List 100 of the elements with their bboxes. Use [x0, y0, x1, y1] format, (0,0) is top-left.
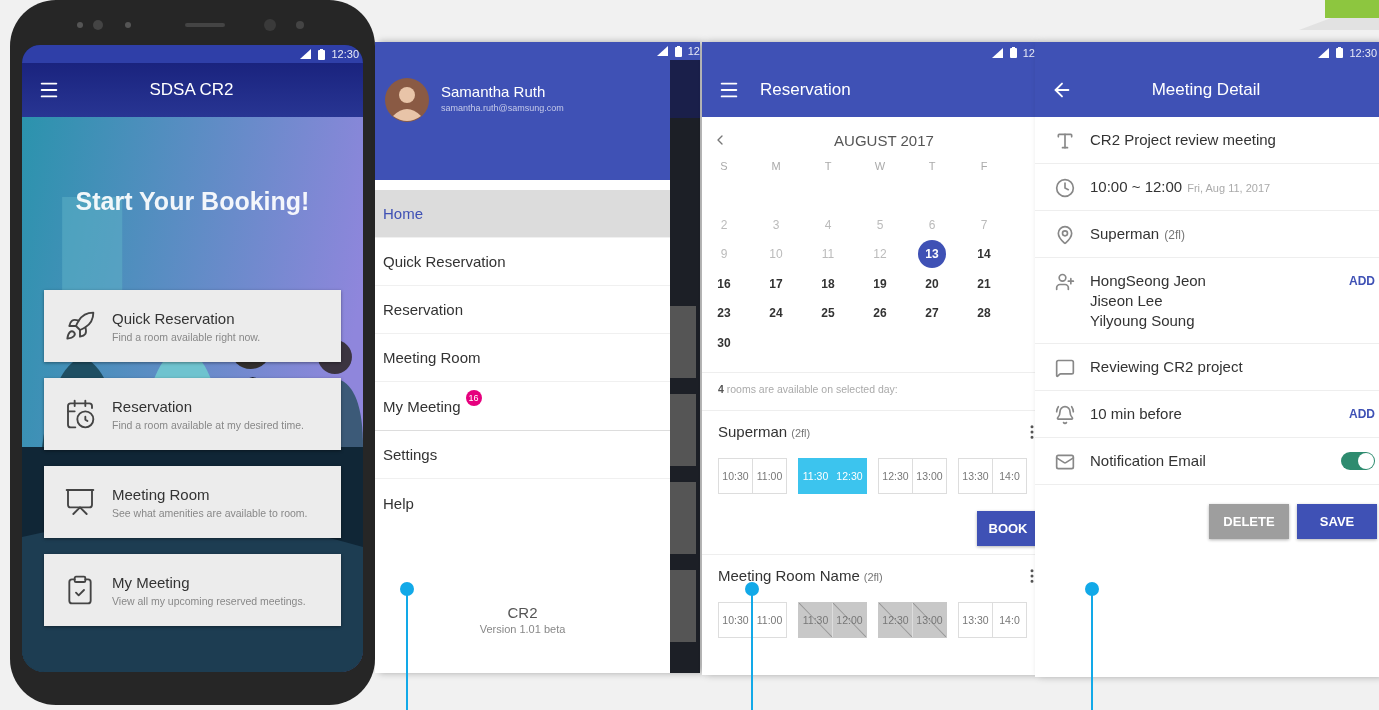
weekday-label: T [928, 159, 936, 172]
version-text: Version 1.01 beta [479, 623, 566, 635]
screen-title: Reservation [760, 80, 851, 100]
room-name: Superman [718, 422, 788, 440]
calendar-day: 4 [814, 210, 842, 239]
signal-icon [991, 47, 1004, 58]
calendar-day: 9 [710, 240, 738, 269]
calendar-day: 12 [866, 240, 894, 269]
menu-card[interactable]: Quick Reservation Find a room available right now. [44, 290, 341, 362]
text-icon [1055, 131, 1075, 151]
count-badge: 16 [465, 390, 482, 406]
signal-icon [1318, 47, 1331, 58]
calendar-day: 2 [710, 210, 738, 239]
calendar-day[interactable]: 21 [970, 269, 998, 298]
app-title: SDSA CR2 [148, 80, 235, 100]
card-title: Meeting Room [112, 485, 211, 503]
book-button[interactable]: BOOK [977, 510, 1035, 546]
calendar-day[interactable]: 23 [710, 299, 738, 328]
drawer-item[interactable]: Quick Reservation [375, 238, 670, 286]
calendar-day[interactable]: 24 [762, 299, 790, 328]
map-pin-icon [1055, 225, 1075, 245]
signal-icon [300, 49, 313, 59]
calendar-day[interactable]: 27 [918, 299, 946, 328]
drawer-item[interactable]: Reservation [375, 286, 670, 334]
time-slot[interactable]: 13:30 14:0 [958, 457, 1027, 494]
add-link[interactable]: ADD [1349, 271, 1375, 288]
card-subtitle: View all my upcoming reserved meetings. [112, 594, 306, 607]
drawer-item[interactable]: Settings [375, 431, 670, 479]
battery-icon [1336, 47, 1344, 58]
room-floor: (2fl) [863, 570, 883, 583]
calendar-day[interactable]: 30 [710, 328, 738, 357]
time-slot: 11:30 12:00 [798, 601, 867, 638]
calendar-day: 7 [970, 210, 998, 239]
menu-card[interactable]: Reservation Find a room available at my desired time. [44, 378, 341, 450]
app-name: CR2 [507, 604, 538, 621]
time-slot[interactable]: 12:30 13:00 [878, 457, 947, 494]
availability-text: 4 rooms are available on selected day: [702, 371, 1035, 410]
detail-text: 10:00 ~ 12:00 Fri, Aug 11, 2017 [1090, 177, 1272, 197]
mail-icon [1055, 452, 1075, 472]
card-subtitle: See what amenities are available to room. [112, 506, 308, 519]
status-time: 12:30 [331, 48, 359, 60]
battery-icon [1009, 47, 1017, 58]
calendar-day[interactable]: 20 [918, 269, 946, 298]
detail-text: Superman (2fl) [1090, 224, 1186, 244]
calendar-clock-icon [64, 398, 96, 430]
add-link[interactable]: ADD [1349, 404, 1375, 421]
save-button[interactable]: SAVE [1297, 504, 1377, 539]
calendar-day: 6 [918, 210, 946, 239]
calendar-day[interactable]: 14 [970, 240, 998, 269]
time-slot: 12:30 13:00 [878, 601, 947, 638]
menu-card[interactable]: Meeting Room See what amenities are available to room. [44, 466, 341, 538]
month-label: AUGUST 2017 [834, 131, 934, 149]
status-time: 12 [687, 45, 700, 57]
calendar-day: 11 [814, 240, 842, 269]
user-email: samantha.ruth@samsung.com [441, 103, 564, 113]
calendar-day[interactable]: 18 [814, 269, 842, 298]
add-person-icon [1055, 272, 1075, 292]
calendar-day[interactable]: 13 [918, 240, 946, 269]
card-title: Quick Reservation [112, 309, 236, 327]
room-name: Meeting Room Name [718, 566, 860, 584]
calendar-day[interactable]: 28 [970, 299, 998, 328]
time-slot[interactable]: 13:30 14:0 [958, 601, 1027, 638]
presentation-board-icon [64, 486, 96, 518]
attendee-name: Jiseon Lee [1090, 291, 1164, 311]
weekday-label: M [771, 159, 781, 172]
calendar-day[interactable]: 26 [866, 299, 894, 328]
hero-heading: Start Your Booking! [75, 187, 310, 216]
attendee-name: Yilyoung Soung [1090, 311, 1196, 331]
screen-title: Meeting Detail [1150, 80, 1262, 100]
rocket-icon [64, 310, 96, 342]
battery-icon [674, 45, 682, 57]
toggle-switch[interactable] [1341, 452, 1375, 470]
card-title: My Meeting [112, 573, 191, 591]
calendar-day[interactable]: 25 [814, 299, 842, 328]
weekday-label: S [720, 159, 728, 172]
status-time: 12 [1022, 46, 1035, 59]
time-slot[interactable]: 10:30 11:00 [718, 601, 787, 638]
status-time: 12:30 [1349, 46, 1377, 59]
room-floor: (2fl) [791, 426, 811, 439]
bell-icon [1055, 405, 1075, 425]
detail-text: CR2 Project review meeting [1090, 130, 1277, 150]
card-subtitle: Find a room available right now. [112, 330, 261, 343]
signal-icon [656, 46, 669, 56]
drawer-item[interactable]: Meeting Room [375, 334, 670, 382]
calendar-day: 5 [866, 210, 894, 239]
calendar-day: 3 [762, 210, 790, 239]
calendar-day[interactable]: 17 [762, 269, 790, 298]
calendar-day[interactable]: 16 [710, 269, 738, 298]
calendar-day[interactable]: 19 [866, 269, 894, 298]
detail-text: Reviewing CR2 project [1090, 357, 1244, 377]
message-icon [1055, 358, 1075, 378]
calendar-day: 10 [762, 240, 790, 269]
detail-text: 10 min before [1090, 404, 1183, 424]
drawer-item[interactable]: Home [375, 190, 670, 238]
menu-card[interactable]: My Meeting View all my upcoming reserved meetings. [44, 554, 341, 626]
battery-icon [318, 48, 326, 60]
attendee-name: HongSeong Jeon [1090, 271, 1207, 291]
time-slot[interactable]: 10:30 11:00 [718, 457, 787, 494]
card-subtitle: Find a room available at my desired time. [112, 418, 304, 431]
detail-text: Notification Email [1090, 451, 1207, 471]
